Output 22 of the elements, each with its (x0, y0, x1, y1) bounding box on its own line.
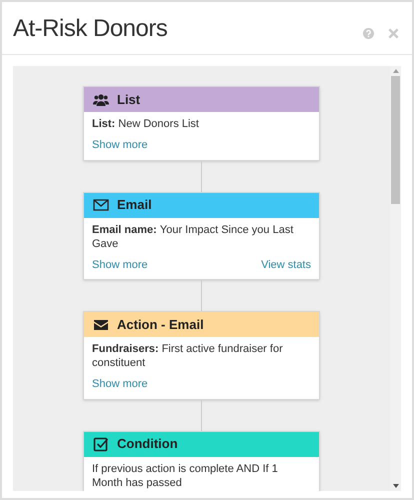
card-link[interactable]: View stats (261, 256, 311, 273)
window-title: At-Risk Donors (13, 14, 168, 44)
card-link[interactable]: Show more (92, 256, 148, 273)
help-icon[interactable] (363, 28, 374, 39)
scrollbar[interactable] (390, 66, 401, 491)
checkbox-icon (93, 436, 109, 452)
card-description: If previous action is complete AND If 1 Month has passed (92, 462, 279, 490)
scroll-up-icon[interactable] (392, 69, 398, 73)
people-icon (93, 92, 109, 108)
card-title: Action - Email (117, 316, 204, 334)
card-description: Fundraisers: First active fundraiser for constituent (92, 342, 284, 370)
card-title: Email (117, 196, 152, 214)
close-icon[interactable] (388, 28, 399, 39)
card-description: List: New Donors List (92, 117, 200, 131)
card-title: Condition (117, 435, 178, 454)
card-link[interactable]: Show more (92, 376, 148, 392)
card-link[interactable]: Show more (92, 137, 148, 154)
envelope-icon (93, 197, 109, 213)
card-description: Email name: Your Impact Since you Last Gave (92, 222, 294, 250)
scroll-thumb[interactable] (391, 76, 400, 204)
card-title: List (117, 90, 140, 109)
scroll-down-icon[interactable] (392, 484, 398, 488)
